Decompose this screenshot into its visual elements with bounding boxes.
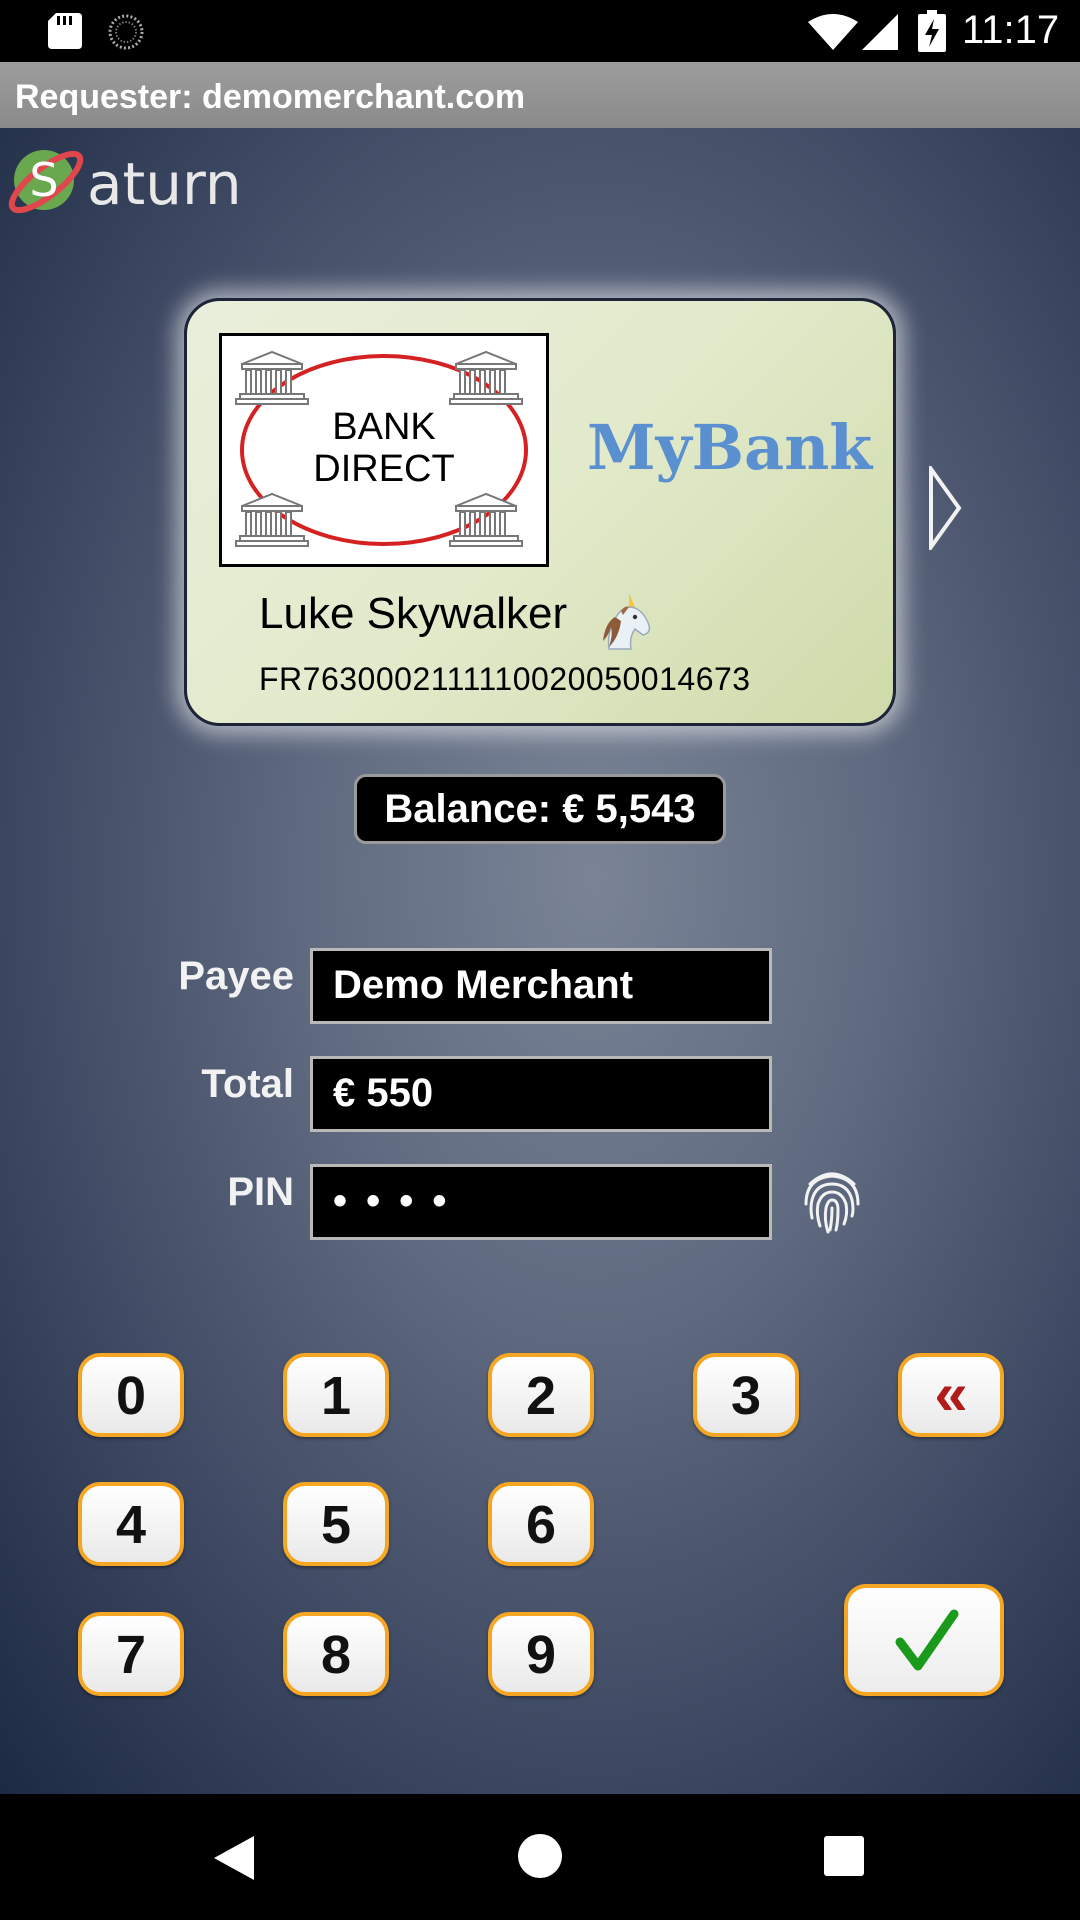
card-iban: FR7630002111110020050014673: [259, 661, 751, 697]
keypad-key-3[interactable]: 3: [693, 1353, 799, 1437]
keypad-key-6[interactable]: 6: [488, 1482, 594, 1566]
clock: 11:17: [962, 8, 1060, 52]
card-holder-name: Luke Skywalker: [259, 589, 568, 638]
confirm-button[interactable]: [844, 1584, 1004, 1696]
next-card-arrow-icon[interactable]: [928, 466, 962, 550]
payment-screen: S aturn BANK DIRECT MyBank Luke Skywalke…: [0, 128, 1080, 1794]
cell-signal-icon: [862, 14, 898, 50]
wifi-icon: [808, 14, 858, 50]
status-bar: 11:17: [0, 0, 1080, 62]
keypad-key-9[interactable]: 9: [488, 1612, 594, 1696]
app-logo: S aturn: [6, 136, 242, 218]
keypad-key-5[interactable]: 5: [283, 1482, 389, 1566]
pin-input[interactable]: • • • •: [310, 1164, 772, 1240]
checkmark-icon: [895, 1609, 959, 1671]
payee-label: Payee: [178, 954, 294, 998]
keypad-key-4[interactable]: 4: [78, 1482, 184, 1566]
app-name: aturn: [87, 150, 242, 218]
total-field: € 550: [310, 1056, 772, 1132]
saturn-logo-icon: S: [8, 150, 84, 214]
requester-bar: Requester: demomerchant.com: [0, 62, 1080, 128]
loading-spinner-icon: [108, 14, 144, 50]
payee-field: Demo Merchant: [310, 948, 772, 1024]
balance-badge: Balance: € 5,543: [354, 774, 726, 844]
bank-brand: MyBank: [587, 411, 873, 484]
unicorn-icon: [603, 593, 651, 650]
pin-label: PIN: [227, 1170, 294, 1214]
sd-card-icon: [48, 13, 82, 49]
keypad-key-1[interactable]: 1: [283, 1353, 389, 1437]
system-nav-bar: [0, 1794, 1080, 1920]
keypad-key-8[interactable]: 8: [283, 1612, 389, 1696]
keypad-key-7[interactable]: 7: [78, 1612, 184, 1696]
battery-charging-icon: [918, 10, 946, 52]
bank-logo-text-line2: DIRECT: [313, 448, 455, 490]
payment-card[interactable]: BANK DIRECT MyBank Luke Skywalker FR7630…: [184, 298, 896, 726]
total-label: Total: [201, 1062, 294, 1106]
keypad-key-2[interactable]: 2: [488, 1353, 594, 1437]
bank-logo: BANK DIRECT: [219, 333, 549, 567]
fingerprint-icon[interactable]: [800, 1164, 864, 1236]
keypad-key-0[interactable]: 0: [78, 1353, 184, 1437]
nav-home-icon[interactable]: [518, 1834, 562, 1878]
backspace-button[interactable]: «: [898, 1353, 1004, 1437]
nav-back-icon[interactable]: [212, 1834, 256, 1882]
logo-letter: S: [29, 153, 58, 207]
nav-recents-icon[interactable]: [824, 1836, 864, 1876]
bank-logo-text-line1: BANK: [332, 406, 436, 448]
